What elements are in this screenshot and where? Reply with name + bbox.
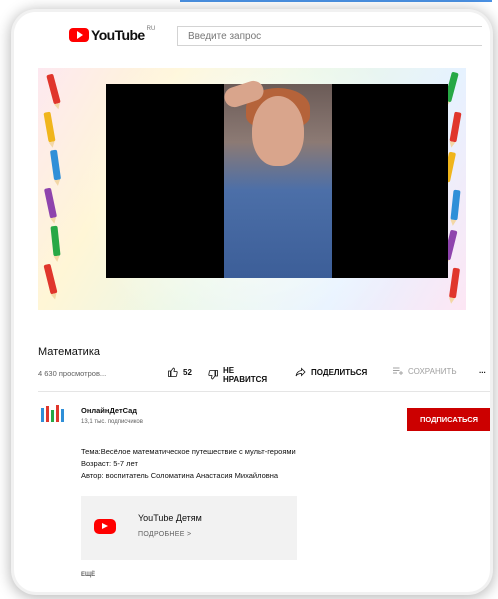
playlist-add-icon bbox=[393, 367, 403, 375]
logo-text: YouTube bbox=[91, 27, 145, 43]
more-actions-button[interactable]: ... bbox=[479, 366, 486, 375]
more-actions-icon: ... bbox=[479, 366, 486, 375]
youtube-play-icon bbox=[69, 28, 89, 42]
video-frame[interactable] bbox=[106, 78, 448, 278]
logo-region: RU bbox=[146, 26, 156, 32]
share-button[interactable]: ПОДЕЛИТЬСЯ bbox=[294, 366, 367, 378]
description-line: Тема:Весёлое математическое путешествие … bbox=[81, 447, 296, 456]
search-input[interactable]: Введите запрос bbox=[177, 26, 482, 46]
share-icon bbox=[295, 367, 306, 377]
header: YouTube RU Введите запрос bbox=[14, 12, 490, 58]
like-count: 52 bbox=[183, 367, 192, 377]
youtube-kids-more-link[interactable]: ПОДРОБНЕЕ > bbox=[138, 531, 191, 538]
youtube-window: YouTube RU Введите запрос Математика 4 6… bbox=[14, 12, 490, 592]
description-line: Автор: воспитатель Соломатина Анастасия … bbox=[81, 471, 279, 480]
channel-name[interactable]: ОнлайнДетСад bbox=[81, 406, 137, 415]
channel-avatar[interactable] bbox=[40, 404, 68, 426]
dislike-label: НЕ bbox=[223, 366, 235, 375]
like-button[interactable]: 52 bbox=[167, 366, 192, 378]
youtube-logo[interactable]: YouTube RU bbox=[69, 26, 155, 44]
dislike-label: НРАВИТСЯ bbox=[223, 375, 268, 384]
save-label: СОХРАНИТЬ bbox=[408, 366, 457, 376]
subscriber-count: 13,1 тыс. подписчиков bbox=[81, 419, 143, 425]
video-description: Тема:Весёлое математическое путешествие … bbox=[81, 446, 296, 482]
subscribe-button[interactable]: ПОДПИСАТЬСЯ bbox=[407, 408, 490, 431]
divider bbox=[38, 391, 490, 392]
presenter-webcam bbox=[221, 78, 332, 278]
thumbs-down-icon bbox=[208, 370, 218, 380]
youtube-kids-icon bbox=[94, 519, 116, 534]
description-line: Возраст: 5-7 лет bbox=[81, 459, 138, 468]
thumbs-up-icon bbox=[168, 367, 178, 377]
dislike-button[interactable]: НЕ НРАВИТСЯ bbox=[207, 366, 267, 384]
youtube-kids-name: YouTube Детям bbox=[138, 513, 202, 523]
share-label: ПОДЕЛИТЬСЯ bbox=[311, 367, 368, 377]
top-highlight-line bbox=[180, 0, 492, 2]
view-count[interactable]: 4 630 просмотров... bbox=[38, 369, 106, 378]
youtube-kids-card[interactable]: YouTube Детям ПОДРОБНЕЕ > bbox=[81, 496, 297, 560]
video-player[interactable] bbox=[38, 68, 466, 310]
show-more-link[interactable]: ЕЩЁ bbox=[81, 572, 95, 578]
video-title: Математика bbox=[38, 346, 100, 358]
save-button[interactable]: СОХРАНИТЬ bbox=[392, 366, 457, 376]
